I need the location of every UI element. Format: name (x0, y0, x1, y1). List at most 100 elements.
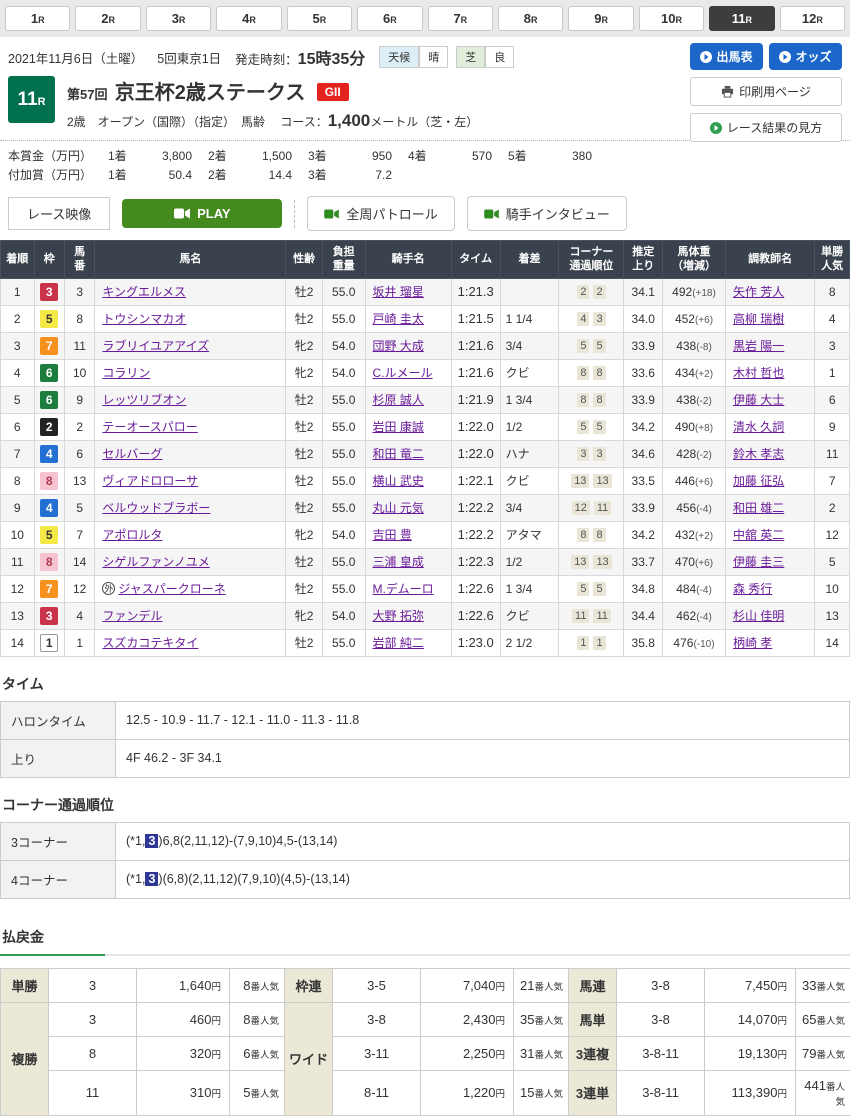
trainer-link[interactable]: 杉山 佳明 (733, 609, 784, 623)
payout-combination: 3-8-11 (617, 1070, 705, 1115)
finish-position: 7 (1, 440, 35, 467)
jockey-link[interactable]: 横山 武史 (373, 474, 424, 488)
frame-badge: 1 (40, 634, 58, 652)
trainer-link[interactable]: 鈴木 孝志 (733, 447, 784, 461)
jockey-link[interactable]: M.デムーロ (373, 582, 434, 596)
horse-weight: 446(+6) (663, 467, 726, 494)
carried-weight: 55.0 (322, 548, 365, 575)
horse-name-link[interactable]: シゲルファンノユメ (102, 555, 209, 569)
jockey-cell: 坂井 瑠星 (365, 278, 451, 305)
jockey-link[interactable]: 大野 拓弥 (373, 609, 424, 623)
camera-icon (324, 209, 339, 219)
horse-name-link[interactable]: コラリン (102, 366, 150, 380)
horse-name-link[interactable]: アポロルタ (102, 528, 162, 542)
trainer-link[interactable]: 柄崎 孝 (733, 636, 772, 650)
divider (294, 200, 295, 228)
jockey-link[interactable]: C.ルメール (373, 366, 433, 380)
results-guide-button[interactable]: レース結果の見方 (690, 113, 842, 142)
jockey-link[interactable]: 杉原 誠人 (373, 393, 424, 407)
horse-name-link[interactable]: ヴィアドロローサ (102, 474, 198, 488)
payout-heading: 払戻金 (2, 927, 850, 947)
finish-time: 1:22.0 (451, 413, 500, 440)
jockey-link[interactable]: 団野 大成 (373, 339, 424, 353)
prize-pair: 4着570 (408, 147, 508, 166)
race-tab-bar: 1R 2R 3R 4R 5R 6R 7R 8R 9R 10R 11R 12R (0, 0, 850, 37)
race-tab[interactable]: 3R (146, 6, 211, 31)
play-button[interactable]: PLAY (122, 199, 282, 228)
horse-name-link[interactable]: スズカコテキタイ (102, 636, 198, 650)
horse-weight: 462(-4) (663, 602, 726, 629)
horse-name-link[interactable]: ファンデル (102, 609, 162, 623)
horse-name-cell: コラリン (95, 359, 286, 386)
trainer-link[interactable]: 黒岩 陽一 (733, 339, 784, 353)
trainer-link[interactable]: 中舘 英二 (733, 528, 784, 542)
payout-amount: 113,390円 (705, 1070, 796, 1115)
frame-badge: 5 (40, 526, 58, 544)
finish-position: 10 (1, 521, 35, 548)
race-tab[interactable]: 12R (780, 6, 845, 31)
jockey-interview-button[interactable]: 騎手インタビュー (467, 196, 627, 231)
finish-time: 1:21.6 (451, 359, 500, 386)
jockey-link[interactable]: 岩部 純二 (373, 636, 424, 650)
horse-name-link[interactable]: ベルウッドブラボー (102, 501, 210, 515)
race-tab[interactable]: 5R (287, 6, 352, 31)
jockey-link[interactable]: 坂井 瑠星 (373, 285, 424, 299)
jockey-link[interactable]: 和田 竜二 (373, 447, 424, 461)
race-tab[interactable]: 11R (709, 6, 774, 31)
horse-name-link[interactable]: レッツリブオン (102, 393, 186, 407)
horse-name-cell: スズカコテキタイ (95, 629, 286, 656)
trainer-cell: 黒岩 陽一 (725, 332, 814, 359)
horse-name-link[interactable]: セルバーグ (102, 447, 162, 461)
jockey-cell: 大野 拓弥 (365, 602, 451, 629)
trainer-link[interactable]: 伊藤 大士 (733, 393, 784, 407)
column-header: 馬名 (95, 241, 286, 279)
trainer-link[interactable]: 森 秀行 (733, 582, 772, 596)
horse-name-link[interactable]: ラブリイユアアイズ (102, 339, 209, 353)
horse-number: 12 (64, 575, 94, 602)
time-row: ハロンタイム 12.5 - 10.9 - 11.7 - 12.1 - 11.0 … (1, 701, 850, 739)
payout-amount: 310円 (137, 1070, 230, 1115)
corner-row: 3コーナー (*1,3)6,8(2,11,12)-(7,9,10)4,5-(13… (1, 822, 850, 860)
trainer-link[interactable]: 矢作 芳人 (733, 285, 784, 299)
horse-number: 13 (64, 467, 94, 494)
horse-name-link[interactable]: ジャスパークローネ (118, 582, 225, 596)
race-tab[interactable]: 7R (428, 6, 493, 31)
patrol-video-button[interactable]: 全周パトロール (307, 196, 454, 231)
prize-section: 本賞金（万円） 1着3,8002着1,5003着9504着5705着380 付加… (0, 140, 850, 188)
time-row-label: 上り (1, 739, 116, 777)
trainer-link[interactable]: 木村 哲也 (733, 366, 784, 380)
jockey-link[interactable]: 吉田 豊 (373, 528, 412, 542)
jockey-link[interactable]: 岩田 康誠 (373, 420, 424, 434)
trainer-link[interactable]: 清水 久詞 (733, 420, 784, 434)
trainer-link[interactable]: 高柳 瑞樹 (733, 312, 784, 326)
horse-name-link[interactable]: キングエルメス (102, 285, 186, 299)
margin: ハナ (500, 440, 559, 467)
result-row: 4 6 10 コラリン 牝2 54.0 C.ルメール 1:21.6 クビ 88 … (1, 359, 850, 386)
horse-name-link[interactable]: トウシンマカオ (102, 312, 186, 326)
trainer-link[interactable]: 伊藤 圭三 (733, 555, 784, 569)
race-tab[interactable]: 9R (568, 6, 633, 31)
odds-button[interactable]: オッズ (769, 43, 842, 70)
jockey-link[interactable]: 丸山 元気 (373, 501, 424, 515)
race-tab[interactable]: 4R (216, 6, 281, 31)
trainer-link[interactable]: 和田 雄二 (733, 501, 784, 515)
column-header: 馬体重 （増減） (663, 241, 726, 279)
jockey-link[interactable]: 戸崎 圭太 (373, 312, 424, 326)
horse-name-link[interactable]: テーオースパロー (102, 420, 197, 434)
horse-name-cell: テーオースパロー (95, 413, 286, 440)
entries-button[interactable]: 出馬表 (690, 43, 763, 70)
horse-number: 1 (64, 629, 94, 656)
race-tab[interactable]: 10R (639, 6, 704, 31)
payout-combination: 3-11 (333, 1036, 421, 1070)
sex-age: 牡2 (286, 305, 323, 332)
trainer-link[interactable]: 加藤 征弘 (733, 474, 784, 488)
race-tab[interactable]: 2R (75, 6, 140, 31)
race-tab[interactable]: 6R (357, 6, 422, 31)
race-tab[interactable]: 1R (5, 6, 70, 31)
race-tab[interactable]: 8R (498, 6, 563, 31)
last-3f: 34.2 (624, 521, 663, 548)
print-page-button[interactable]: 印刷用ページ (690, 77, 842, 106)
jockey-cell: 三浦 皇成 (365, 548, 451, 575)
jockey-link[interactable]: 三浦 皇成 (373, 555, 424, 569)
sex-age: 牡2 (286, 278, 323, 305)
